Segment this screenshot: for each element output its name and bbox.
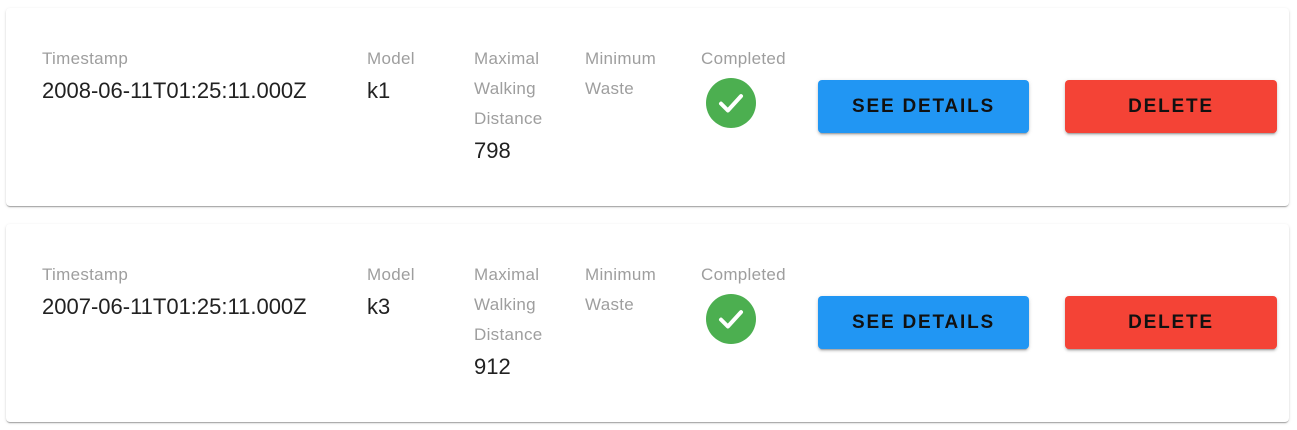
maximal-walking-distance-label-line2: Walking <box>474 79 536 98</box>
maximal-walking-distance-label-line3: Distance <box>474 109 543 128</box>
timestamp-label: Timestamp <box>42 265 129 284</box>
completed-column: Completed <box>701 44 786 128</box>
model-label: Model <box>367 265 415 284</box>
maximal-walking-distance-label-line2: Walking <box>474 295 536 314</box>
model-value: k1 <box>367 78 391 103</box>
timestamp-column: Timestamp 2008-06-11T01:25:11.000Z <box>42 44 307 108</box>
maximal-walking-distance-label-line1: Maximal <box>474 49 540 68</box>
check-circle-icon <box>706 294 756 344</box>
model-column: Model k3 <box>367 260 415 324</box>
completed-column: Completed <box>701 260 786 344</box>
model-value: k3 <box>367 294 391 319</box>
delete-button[interactable]: DELETE <box>1065 296 1277 349</box>
maximal-walking-distance-value: 912 <box>474 354 511 379</box>
record-card: Timestamp 2007-06-11T01:25:11.000Z Model… <box>6 224 1289 422</box>
delete-button[interactable]: DELETE <box>1065 80 1277 133</box>
maximal-walking-distance-value: 798 <box>474 138 511 163</box>
maximal-walking-distance-label-line3: Distance <box>474 325 543 344</box>
see-details-button[interactable]: SEE DETAILS <box>818 296 1029 349</box>
model-label: Model <box>367 49 415 68</box>
minimum-waste-label-line2: Waste <box>585 79 635 98</box>
check-circle-icon <box>706 78 756 128</box>
minimum-waste-column: Minimum Waste <box>585 44 675 104</box>
timestamp-value: 2008-06-11T01:25:11.000Z <box>42 78 307 103</box>
minimum-waste-column: Minimum Waste <box>585 260 675 320</box>
minimum-waste-label-line1: Minimum <box>585 265 657 284</box>
timestamp-column: Timestamp 2007-06-11T01:25:11.000Z <box>42 260 307 324</box>
maximal-walking-distance-column: Maximal Walking Distance 912 <box>474 260 564 384</box>
timestamp-value: 2007-06-11T01:25:11.000Z <box>42 294 307 319</box>
maximal-walking-distance-label-line1: Maximal <box>474 265 540 284</box>
see-details-button[interactable]: SEE DETAILS <box>818 80 1029 133</box>
completed-label: Completed <box>701 265 786 284</box>
record-list: Timestamp 2008-06-11T01:25:11.000Z Model… <box>0 0 1297 430</box>
minimum-waste-label-line1: Minimum <box>585 49 657 68</box>
maximal-walking-distance-column: Maximal Walking Distance 798 <box>474 44 564 168</box>
record-card: Timestamp 2008-06-11T01:25:11.000Z Model… <box>6 8 1289 206</box>
minimum-waste-label-line2: Waste <box>585 295 635 314</box>
timestamp-label: Timestamp <box>42 49 129 68</box>
model-column: Model k1 <box>367 44 415 108</box>
completed-label: Completed <box>701 49 786 68</box>
